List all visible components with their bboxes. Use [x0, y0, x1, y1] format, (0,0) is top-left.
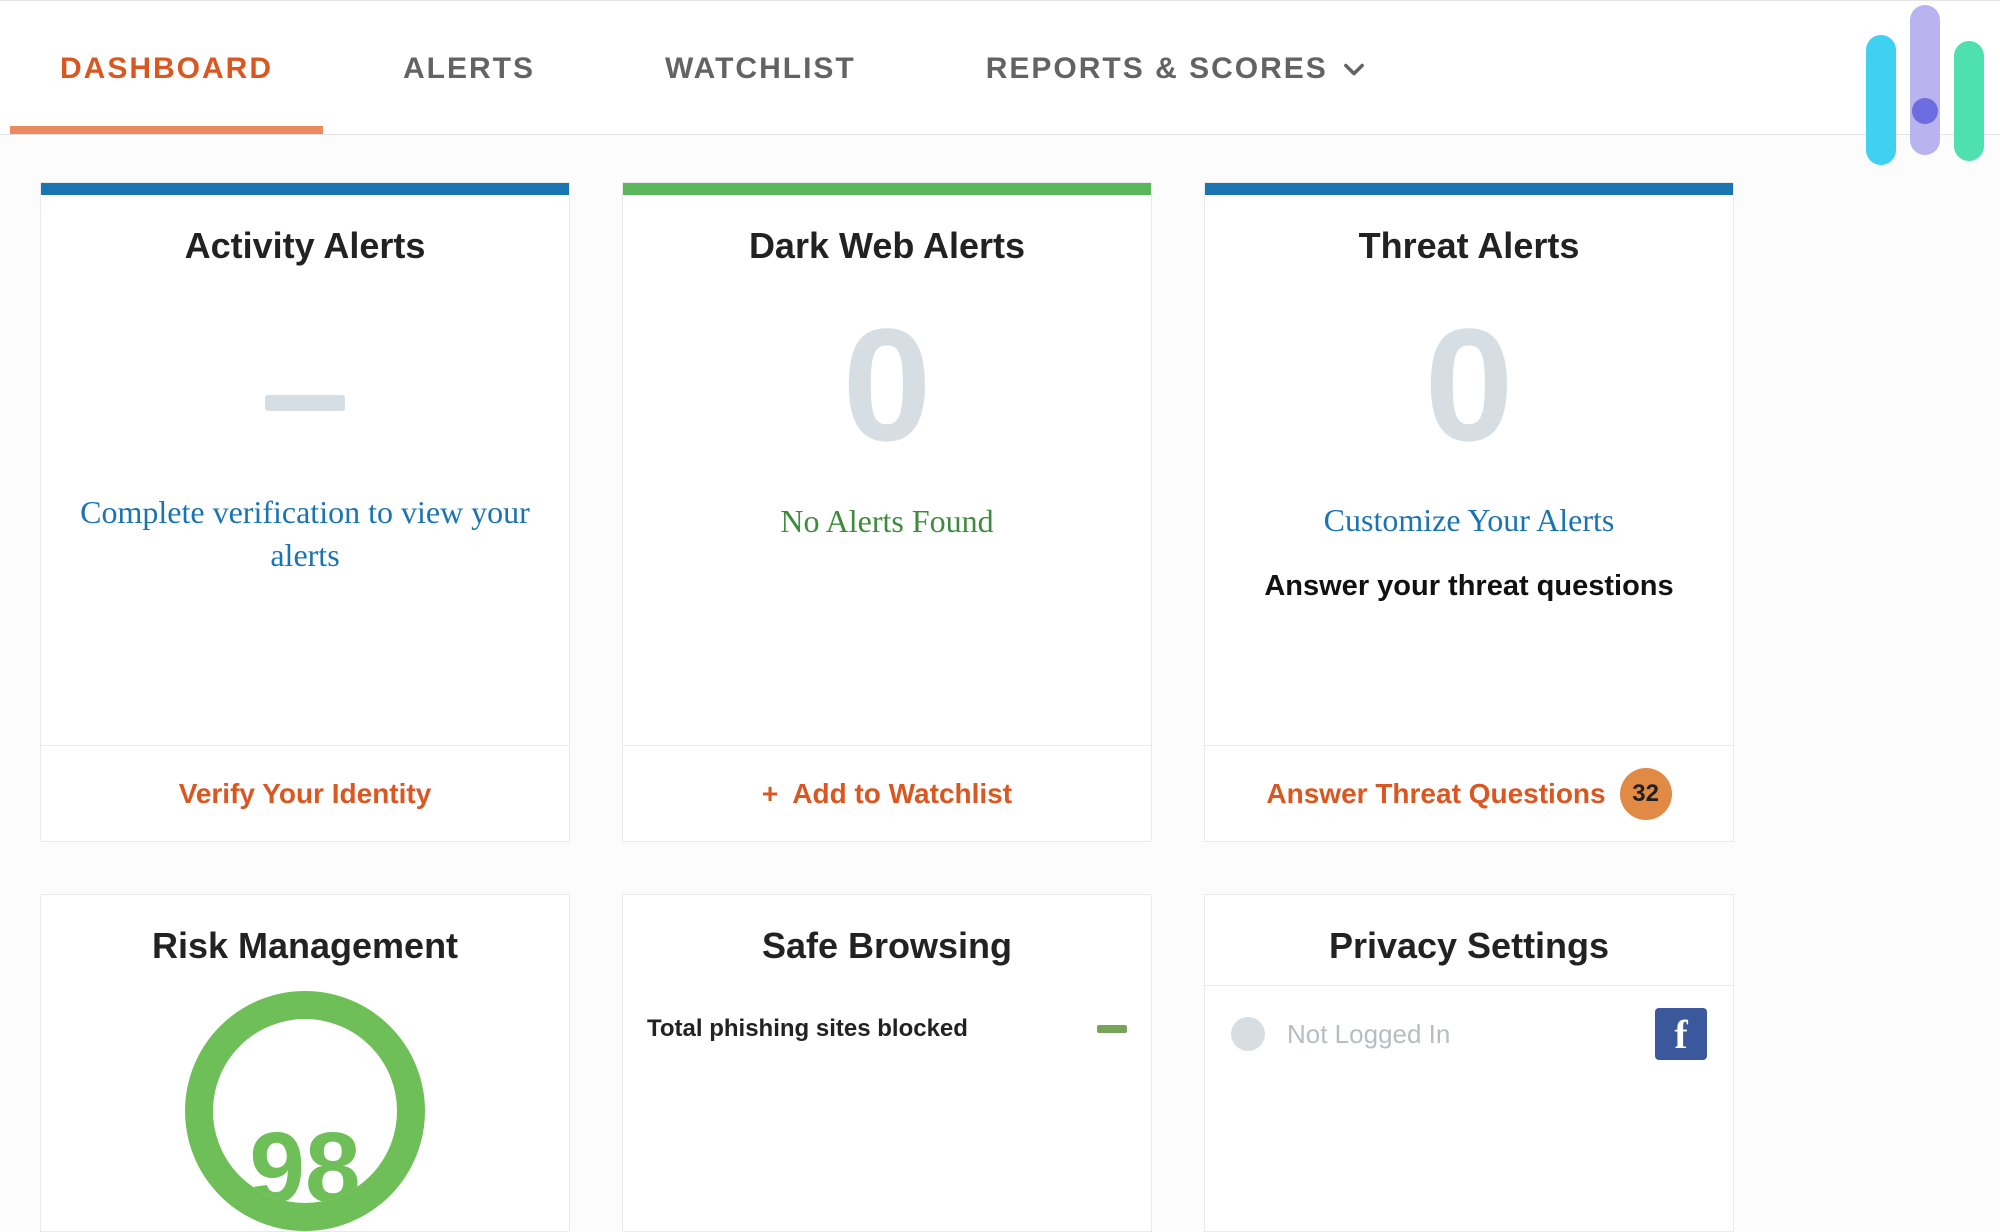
card-dark-web-alerts: Dark Web Alerts 0 No Alerts Found + Add … [622, 182, 1152, 842]
card-body: Complete verification to view your alert… [41, 285, 569, 745]
add-to-watchlist-button[interactable]: + Add to Watchlist [623, 745, 1151, 841]
tab-dashboard-label: DASHBOARD [60, 52, 273, 86]
tab-reports-label: REPORTS & SCORES [986, 52, 1328, 86]
chevron-down-icon [1340, 55, 1368, 83]
card-title: Threat Alerts [1205, 195, 1733, 285]
card-title: Privacy Settings [1205, 895, 1733, 985]
risk-score-value: 98 [249, 1133, 360, 1203]
verify-identity-button[interactable]: Verify Your Identity [41, 745, 569, 841]
card-accent [41, 183, 569, 195]
tab-reports-scores[interactable]: REPORTS & SCORES [986, 2, 1368, 134]
alert-count: 0 [843, 305, 932, 465]
add-to-watchlist-label: Add to Watchlist [792, 778, 1012, 810]
nav-tabs: DASHBOARD ALERTS WATCHLIST REPORTS & SCO… [60, 2, 1368, 134]
threat-subtext: Answer your threat questions [1264, 570, 1673, 603]
card-title: Risk Management [41, 895, 569, 985]
empty-value-icon [1097, 1025, 1127, 1033]
empty-value-icon [265, 395, 345, 411]
card-threat-alerts: Threat Alerts 0 Customize Your Alerts An… [1204, 182, 1734, 842]
facebook-privacy-row[interactable]: Not Logged In f [1205, 985, 1733, 1082]
risk-score-ring: 98 [41, 991, 569, 1231]
alert-count: 0 [1425, 305, 1514, 465]
customize-alerts-link[interactable]: Customize Your Alerts [1324, 499, 1615, 542]
brand-logo [1866, 5, 1984, 165]
phishing-blocked-row: Total phishing sites blocked [623, 985, 1151, 1063]
tab-alerts[interactable]: ALERTS [403, 2, 535, 134]
answer-threat-questions-button[interactable]: Answer Threat Questions 32 [1205, 745, 1733, 841]
tab-dashboard[interactable]: DASHBOARD [60, 2, 273, 134]
card-accent [1205, 183, 1733, 195]
phishing-blocked-label: Total phishing sites blocked [647, 1015, 968, 1043]
no-alerts-message: No Alerts Found [780, 503, 993, 540]
card-body: 0 No Alerts Found [623, 285, 1151, 745]
card-accent [623, 183, 1151, 195]
tab-watchlist-label: WATCHLIST [665, 52, 856, 86]
tab-watchlist[interactable]: WATCHLIST [665, 2, 856, 134]
card-title: Activity Alerts [41, 195, 569, 285]
card-safe-browsing: Safe Browsing Total phishing sites block… [622, 894, 1152, 1232]
verify-identity-label: Verify Your Identity [179, 778, 432, 810]
card-body: 0 Customize Your Alerts Answer your thre… [1205, 285, 1733, 745]
answer-threat-label: Answer Threat Questions [1266, 778, 1605, 810]
tab-alerts-label: ALERTS [403, 52, 535, 86]
card-activity-alerts: Activity Alerts Complete verification to… [40, 182, 570, 842]
card-title: Safe Browsing [623, 895, 1151, 985]
login-status-text: Not Logged In [1287, 1019, 1450, 1050]
card-privacy-settings: Privacy Settings Not Logged In f [1204, 894, 1734, 1232]
card-title: Dark Web Alerts [623, 195, 1151, 285]
plus-icon: + [762, 778, 778, 810]
verify-message-link[interactable]: Complete verification to view your alert… [65, 491, 545, 577]
facebook-icon: f [1655, 1008, 1707, 1060]
threat-count-badge: 32 [1620, 768, 1672, 820]
dashboard-grid: Activity Alerts Complete verification to… [0, 135, 2000, 1232]
card-risk-management: Risk Management 98 [40, 894, 570, 1232]
status-dot-icon [1231, 1017, 1265, 1051]
top-nav: DASHBOARD ALERTS WATCHLIST REPORTS & SCO… [0, 0, 2000, 135]
